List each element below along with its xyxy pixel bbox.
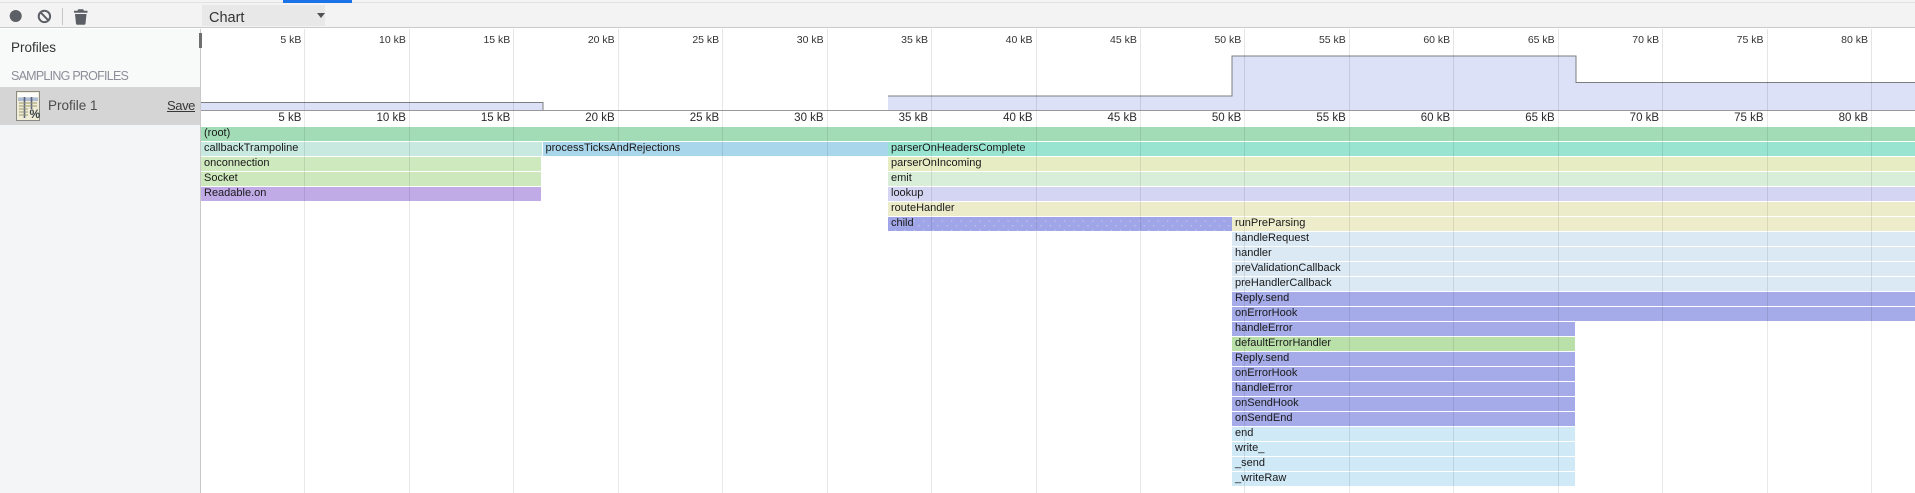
svg-text:%: % [30,107,41,121]
